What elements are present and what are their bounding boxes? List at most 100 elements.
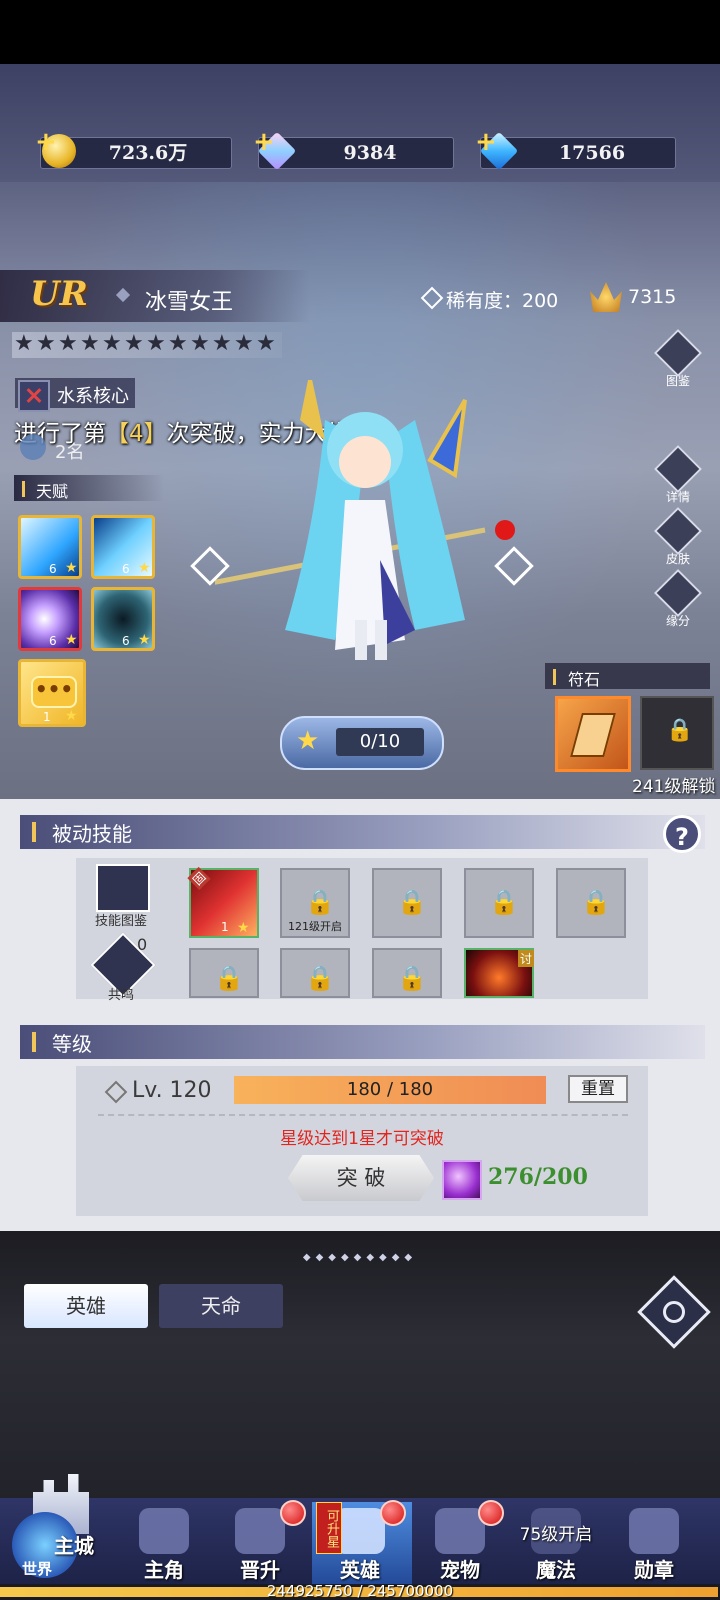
add-diamond-icon[interactable]: + (475, 129, 497, 155)
skill-badge: 讨 (517, 950, 534, 967)
lock-icon: 🔒 (305, 964, 335, 992)
help-button[interactable]: ? (663, 815, 701, 853)
promotion-icon (235, 1508, 285, 1554)
notification-dot (478, 1500, 504, 1526)
passive-skill-slot-7[interactable]: 🔒 (280, 948, 350, 998)
breakthrough-requirement: 星级达到1星才可突破 (280, 1129, 444, 1149)
codex-button[interactable]: 图鉴 (653, 328, 703, 389)
lock-icon: 🔒 (397, 964, 427, 992)
crossed-swords-icon (18, 380, 50, 412)
skin-button[interactable]: 皮肤 (653, 506, 703, 567)
lock-icon: 🔒 (666, 718, 694, 743)
tab-fate[interactable]: 天命 (159, 1284, 283, 1328)
passive-skill-slot-8[interactable]: 🔒 (372, 948, 442, 998)
resonance-count: 0 (137, 935, 148, 954)
notification-dot (280, 1500, 306, 1526)
passive-skill-slot-4[interactable]: 🔒 (464, 868, 534, 938)
star-row: ★ ★ ★ ★ ★ ★ ★ ★ ★ ★ ★ ★ (12, 332, 282, 358)
skill-codex-label: 技能图鉴 (94, 914, 147, 929)
runestone-slot-1[interactable] (555, 696, 631, 772)
skill-codex-icon[interactable] (96, 864, 150, 912)
gold-value: 723.6万 (108, 142, 188, 164)
can-star-up-badge: 可升星 (316, 1502, 342, 1554)
hero-level: Lv. 120 (132, 1078, 212, 1103)
lock-icon: 🔒 (489, 888, 519, 916)
passive-skill-slot-1[interactable]: 固 1 ★ (187, 866, 259, 938)
talent-skill-ice-spike[interactable]: 6 ★ (18, 515, 82, 579)
talent-skill-ice-blade[interactable]: 6 ★ (91, 515, 155, 579)
purple-orb-icon (442, 1160, 482, 1200)
passive-skill-title: 被动技能 (52, 822, 132, 846)
star-icon: ★ (256, 331, 276, 356)
magic-unlock-text: 75级开启 (519, 1525, 593, 1545)
passive-skill-slot-6[interactable]: 🔒 (189, 948, 259, 998)
star-icon: ★ (146, 331, 166, 356)
talent-skill-purple-slash[interactable]: 6 ★ (18, 587, 82, 651)
ornament-divider: ◆◆◆◆◆◆◆◆◆ (302, 1252, 418, 1263)
castle-label: 主城 (54, 1534, 94, 1558)
medal-icon (629, 1508, 679, 1554)
talent-skill-dark-vortex[interactable]: 6 ★ (91, 587, 155, 651)
magnifier-icon (653, 444, 703, 494)
nav-label: 英雄 (340, 1558, 380, 1582)
star-up-progress: 0/10 (336, 728, 424, 756)
rune-stone-icon (570, 713, 616, 757)
star-icon: ★ (138, 632, 151, 648)
skill-level: 6 (122, 634, 130, 648)
eye-icon (658, 1296, 690, 1328)
nav-label: 勋章 (634, 1558, 674, 1582)
passive-skill-slot-3[interactable]: 🔒 (372, 868, 442, 938)
star-icon: ★ (138, 560, 151, 576)
header-accent (32, 1032, 36, 1052)
runestone-title: 符石 (568, 670, 601, 689)
star-icon: ★ (212, 331, 232, 356)
passive-skill-slot-9[interactable]: 讨 (464, 948, 534, 998)
tab-hero[interactable]: 英雄 (24, 1284, 148, 1328)
hero-character-sprite[interactable] (215, 380, 535, 670)
nav-medal[interactable]: 勋章 (606, 1504, 702, 1594)
talent-skill-chat[interactable]: ••• 1 ★ (18, 659, 86, 727)
star-icon: ★ (80, 331, 100, 356)
star-icon: ★ (102, 331, 122, 356)
star-arrow-icon: ★ (296, 726, 320, 756)
level-title: 等级 (52, 1032, 92, 1056)
nav-protagonist[interactable]: 主角 (116, 1504, 212, 1594)
star-icon: ★ (237, 920, 250, 936)
nav-label: 主角 (144, 1558, 184, 1582)
rarity-value: 稀有度：200 (446, 290, 559, 312)
skin-icon (653, 506, 703, 556)
nav-label: 魔法 (536, 1558, 576, 1582)
nav-magic[interactable]: 魔法 (508, 1504, 604, 1594)
runestone-unlock-text: 241级解锁 (632, 777, 716, 797)
lower-background (0, 1231, 720, 1501)
rank-text: 2名 (55, 442, 85, 463)
diamond-value: 17566 (558, 142, 626, 164)
star-icon: ★ (190, 331, 210, 356)
divider (98, 1114, 628, 1116)
skill-level: 6 (49, 634, 57, 648)
passive-skill-slot-2[interactable]: 🔒 121级开启 (280, 868, 350, 938)
star-icon: ★ (58, 331, 78, 356)
slot-unlock-text: 121级开启 (288, 920, 342, 933)
protagonist-icon (139, 1508, 189, 1554)
reset-button[interactable]: 重置 (568, 1075, 628, 1103)
chat-bubble-icon: ••• (31, 676, 77, 708)
details-button[interactable]: 详情 (653, 444, 703, 505)
header-accent (22, 481, 25, 497)
star-icon: ★ (168, 331, 188, 356)
skill-level: 1 (43, 710, 51, 724)
breakthrough-button[interactable]: 突 破 (288, 1155, 434, 1201)
passive-skill-slot-5[interactable]: 🔒 (556, 868, 626, 938)
star-icon: ★ (234, 331, 254, 356)
world-label: 世界 (22, 1560, 53, 1578)
add-crystal-icon[interactable]: + (253, 129, 275, 155)
bond-button[interactable]: 缘分 (653, 568, 703, 629)
talent-title: 天赋 (36, 482, 69, 501)
star-icon: ★ (65, 708, 78, 724)
main-castle-button[interactable]: 主城 世界 (8, 1468, 112, 1578)
star-icon: ★ (36, 331, 56, 356)
runestone-slot-2[interactable]: 🔒 (640, 696, 714, 770)
hero-name: 冰雪女王 (145, 290, 234, 315)
add-gold-icon[interactable]: + (35, 129, 57, 155)
nav-label: 晋升 (240, 1558, 280, 1582)
